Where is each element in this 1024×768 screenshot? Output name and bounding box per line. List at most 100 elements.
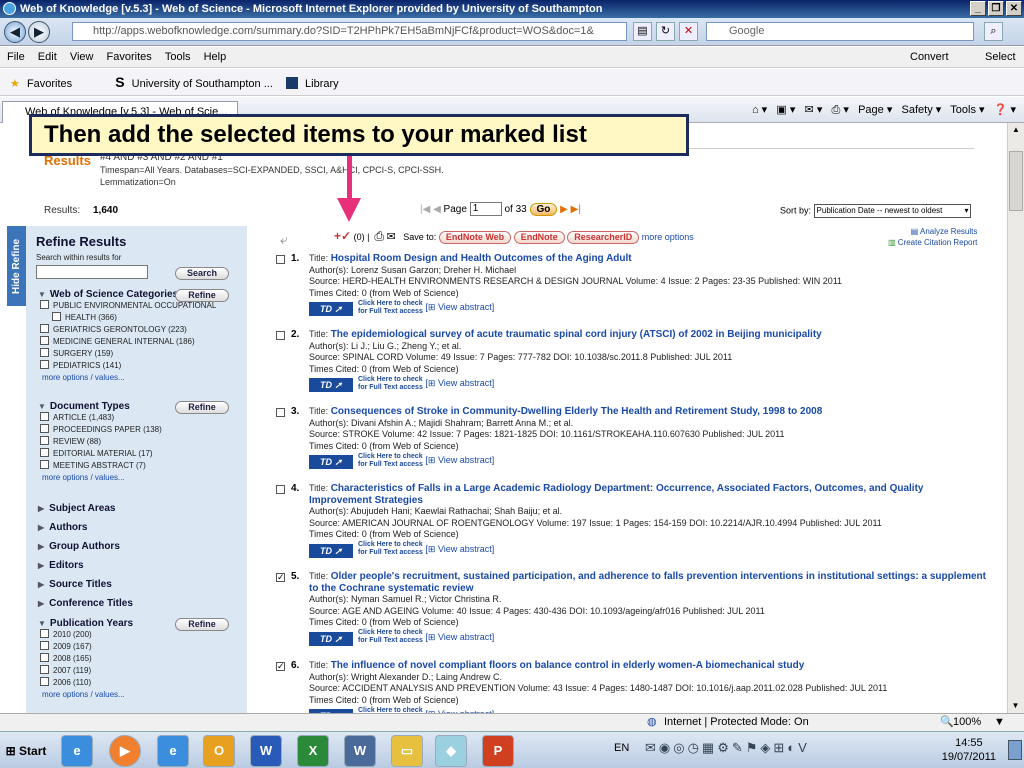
analyze-results-link[interactable]: Analyze Results (920, 227, 977, 236)
paint-icon[interactable]: ◆ (435, 735, 467, 767)
favorites-button[interactable]: Favorites (27, 78, 72, 90)
menu-file[interactable]: File (7, 51, 25, 63)
view-abstract-link[interactable]: View abstract (438, 455, 492, 465)
source-titles-heading[interactable]: Source Titles (26, 575, 247, 594)
excel-icon[interactable]: X (297, 735, 329, 767)
view-abstract-link[interactable]: View abstract (438, 543, 492, 553)
doctype-item[interactable]: MEETING ABSTRACT (7) (26, 460, 247, 472)
feeds-icon[interactable]: ▣ ▾ (776, 104, 795, 116)
powerpoint-icon[interactable]: P (482, 735, 514, 767)
ie-taskbar-icon-2[interactable]: e (157, 735, 189, 767)
view-abstract-link[interactable]: View abstract (438, 378, 492, 388)
year-item[interactable]: 2009 (167) (26, 641, 247, 653)
view-abstract-link[interactable]: View abstract (438, 631, 492, 641)
forward-button[interactable]: ▶ (28, 21, 50, 43)
record-title-link[interactable]: The influence of novel compliant floors … (331, 660, 805, 671)
record-title-link[interactable]: Older people's recruitment, sustained pa… (309, 571, 986, 594)
help-icon[interactable]: ❓ ▾ (994, 104, 1016, 116)
compatibility-icon[interactable]: ▤ (633, 22, 652, 41)
refine-doctypes-button[interactable]: Refine (175, 401, 229, 414)
zoom-level[interactable]: 100% (953, 714, 981, 731)
print-records-icon[interactable]: ⎙ (374, 229, 384, 243)
full-text-logo-icon[interactable]: TD ➚ (309, 543, 353, 558)
language-indicator[interactable]: EN (614, 742, 629, 754)
full-text-logo-icon[interactable]: TD ➚ (309, 302, 353, 316)
citation-report-link[interactable]: Create Citation Report (898, 238, 978, 247)
full-text-logo-icon[interactable]: TD ➚ (309, 455, 353, 469)
record-checkbox[interactable] (276, 408, 285, 417)
media-player-icon[interactable]: ▶ (109, 735, 141, 767)
refine-years-button[interactable]: Refine (175, 618, 229, 631)
category-item[interactable]: GERIATRICS GERONTOLOGY (223) (26, 324, 247, 336)
back-button[interactable]: ◀ (4, 21, 26, 43)
editors-heading[interactable]: Editors (26, 556, 247, 575)
email-records-icon[interactable]: ✉ (387, 231, 396, 243)
record-checkbox[interactable] (276, 331, 285, 340)
full-text-link[interactable]: Click Here to checkfor Full Text access (358, 300, 423, 316)
tools-menu[interactable]: Tools (950, 104, 976, 116)
full-text-link[interactable]: Click Here to checkfor Full Text access (358, 453, 423, 469)
authors-heading[interactable]: Authors (26, 518, 247, 537)
next-page-icon[interactable]: ▶ ▶| (560, 204, 581, 215)
go-button[interactable]: Go (529, 202, 558, 216)
clock[interactable]: 14:55 19/07/2011 (942, 736, 996, 764)
category-item[interactable]: SURGERY (159) (26, 348, 247, 360)
subject-areas-heading[interactable]: Subject Areas (26, 499, 247, 518)
doctype-item[interactable]: PROCEEDINGS PAPER (138) (26, 424, 247, 436)
zoom-chevron-icon[interactable]: ▼ (994, 714, 1005, 731)
add-to-marked-list-icon[interactable]: +✓ (334, 229, 351, 243)
record-title-link[interactable]: Hospital Room Design and Health Outcomes… (331, 253, 632, 264)
group-authors-heading[interactable]: Group Authors (26, 537, 247, 556)
mail-icon[interactable]: ✉ ▾ (805, 104, 823, 116)
restore-button[interactable]: ❐ (988, 1, 1004, 16)
conference-titles-heading[interactable]: Conference Titles (26, 594, 247, 613)
doctype-item[interactable]: REVIEW (88) (26, 436, 247, 448)
more-options-link[interactable]: more options (642, 232, 694, 242)
categories-more-link[interactable]: more options / values... (26, 372, 247, 384)
outlook-icon[interactable]: O (203, 735, 235, 767)
years-more-link[interactable]: more options / values... (26, 689, 247, 701)
full-text-link[interactable]: Click Here to checkfor Full Text access (358, 376, 423, 392)
scroll-up-icon[interactable]: ▲ (1008, 123, 1024, 137)
scroll-down-icon[interactable]: ▼ (1008, 699, 1023, 713)
endnote-web-button[interactable]: EndNote Web (438, 231, 512, 245)
page-menu[interactable]: Page (858, 104, 884, 116)
doctype-item[interactable]: EDITORIAL MATERIAL (17) (26, 448, 247, 460)
menu-edit[interactable]: Edit (38, 51, 57, 63)
full-text-link[interactable]: Click Here to checkfor Full Text access (358, 541, 423, 557)
category-item[interactable]: PEDIATRICS (141) (26, 360, 247, 372)
search-within-input[interactable] (36, 265, 148, 279)
doctypes-more-link[interactable]: more options / values... (26, 472, 247, 484)
hide-refine-tab[interactable]: Hide Refine (7, 226, 26, 306)
safety-menu[interactable]: Safety (902, 104, 933, 116)
home-icon[interactable]: ⌂ ▾ (752, 104, 767, 116)
record-checkbox[interactable]: ✓ (276, 573, 285, 582)
favorite-link-university[interactable]: University of Southampton ... (132, 78, 273, 90)
menu-favorites[interactable]: Favorites (107, 51, 152, 63)
scroll-thumb[interactable] (1009, 151, 1023, 211)
refresh-icon[interactable]: ↻ (656, 22, 675, 41)
year-item[interactable]: 2008 (165) (26, 653, 247, 665)
menu-tools[interactable]: Tools (165, 51, 191, 63)
print-icon[interactable]: ⎙ ▾ (832, 104, 849, 116)
full-text-logo-icon[interactable]: TD ➚ (309, 631, 353, 646)
word-icon[interactable]: W (250, 735, 282, 767)
ie-taskbar-icon[interactable]: e (61, 735, 93, 767)
endnote-button[interactable]: EndNote (513, 231, 565, 245)
record-title-link[interactable]: Consequences of Stroke in Community-Dwel… (331, 406, 823, 417)
full-text-logo-icon[interactable]: TD ➚ (309, 378, 353, 392)
page-input[interactable]: 1 (469, 202, 502, 217)
record-checkbox[interactable] (276, 485, 285, 494)
select-button[interactable]: Select (985, 47, 1016, 68)
record-title-link[interactable]: The epidemiological survey of acute trau… (331, 329, 822, 340)
year-item[interactable]: 2007 (119) (26, 665, 247, 677)
record-checkbox[interactable]: ✓ (276, 662, 285, 671)
researcherid-button[interactable]: ResearcherID (567, 231, 640, 245)
menu-view[interactable]: View (70, 51, 94, 63)
record-title-link[interactable]: Characteristics of Falls in a Large Acad… (309, 483, 923, 506)
search-icon[interactable]: ⌕ (984, 22, 1003, 41)
url-input[interactable]: http://apps.webofknowledge.com/summary.d… (72, 22, 627, 41)
favorite-link-library[interactable]: Library (305, 78, 339, 90)
stop-icon[interactable]: ✕ (679, 22, 698, 41)
vertical-scrollbar[interactable]: ▲ ▼ (1007, 123, 1024, 713)
